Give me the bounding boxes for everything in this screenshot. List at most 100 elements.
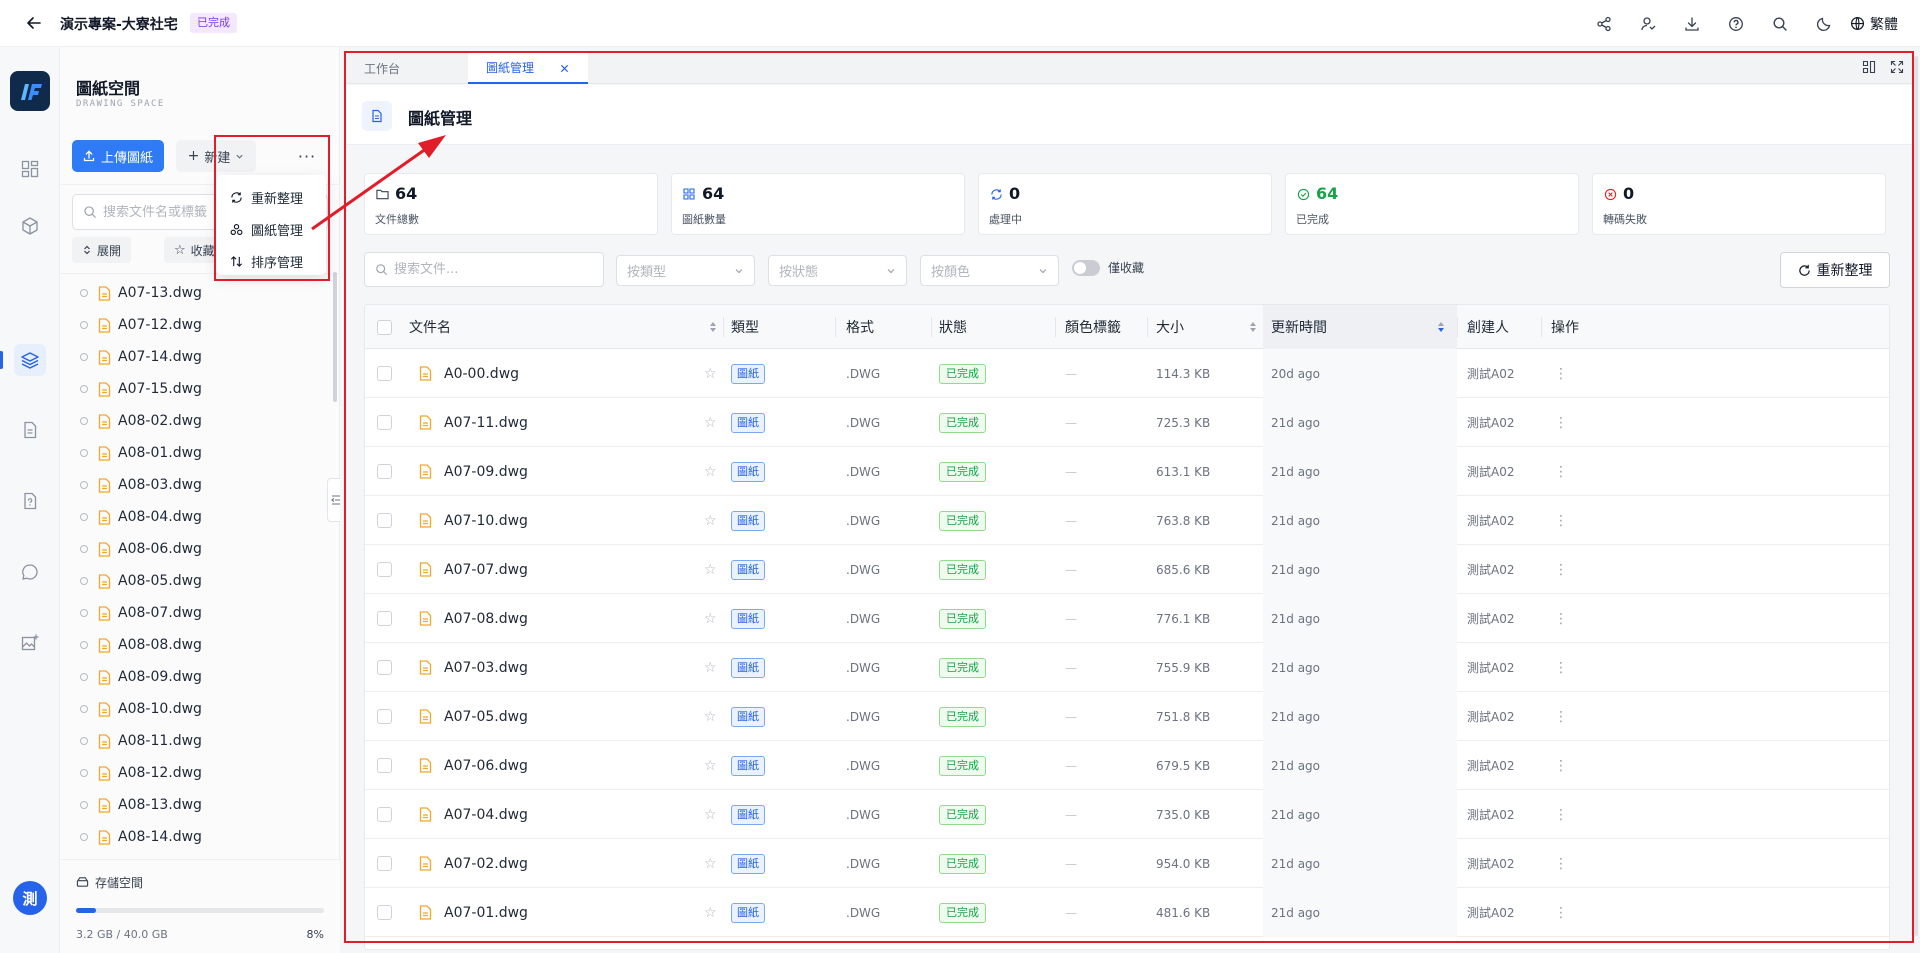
dashboard-icon[interactable] (14, 153, 46, 185)
col-header-color-tag[interactable]: 顏色標籤 (1065, 305, 1121, 349)
back-arrow-icon[interactable] (24, 13, 44, 33)
chat-icon[interactable] (14, 556, 46, 588)
table-row[interactable]: A07-06.dwg ☆ 圖紙 .DWG 已完成 — 679.5 KB 21d ago 測試A0… (365, 741, 1889, 790)
row-actions-icon[interactable]: ⋮ (1554, 643, 1568, 692)
row-filename[interactable]: A07-10.dwg (444, 496, 528, 545)
favorite-star-icon[interactable]: ☆ (704, 839, 717, 888)
favorite-star-icon[interactable]: ☆ (704, 496, 717, 545)
table-row[interactable]: A07-02.dwg ☆ 圖紙 .DWG 已完成 — 954.0 KB 21d ago 測試A0… (365, 839, 1889, 888)
sidebar-file-item[interactable]: A07-15.dwg (60, 373, 330, 405)
document-icon[interactable] (14, 414, 46, 446)
page-scrollbar[interactable] (1914, 56, 1918, 936)
tab-workbench[interactable]: 工作台 (346, 53, 468, 84)
row-checkbox[interactable] (377, 594, 392, 643)
search-icon[interactable] (1758, 0, 1802, 47)
row-checkbox[interactable] (377, 790, 392, 839)
sort-icon[interactable] (709, 321, 717, 333)
table-row[interactable]: A07-08.dwg ☆ 圖紙 .DWG 已完成 — 776.1 KB 21d ago 測試A0… (365, 594, 1889, 643)
user-transfer-icon[interactable] (1626, 0, 1670, 47)
row-checkbox[interactable] (377, 741, 392, 790)
row-checkbox[interactable] (377, 496, 392, 545)
sidebar-file-item[interactable]: A08-04.dwg (60, 501, 330, 533)
tab-drawing-management[interactable]: 圖紙管理 (468, 53, 588, 84)
file-search-input[interactable] (394, 262, 584, 277)
favorite-star-icon[interactable]: ☆ (704, 545, 717, 594)
toggle-switch[interactable] (1072, 259, 1100, 276)
row-filename[interactable]: A07-11.dwg (444, 398, 528, 447)
favorite-star-icon[interactable]: ☆ (704, 888, 717, 937)
row-filename[interactable]: A07-03.dwg (444, 643, 528, 692)
user-avatar[interactable]: 測 (13, 881, 47, 915)
row-actions-icon[interactable]: ⋮ (1554, 594, 1568, 643)
col-header-status[interactable]: 狀態 (939, 305, 967, 349)
status-filter-select[interactable]: 按狀態 (768, 255, 907, 286)
row-filename[interactable]: A0-00.dwg (444, 349, 519, 398)
sidebar-file-item[interactable]: A08-14.dwg (60, 821, 330, 853)
row-actions-icon[interactable]: ⋮ (1554, 496, 1568, 545)
sidebar-file-item[interactable]: A08-10.dwg (60, 693, 330, 725)
row-checkbox[interactable] (377, 839, 392, 888)
table-row[interactable]: A0-00.dwg ☆ 圖紙 .DWG 已完成 — 114.3 KB 20d ago 測試A02… (365, 349, 1889, 398)
row-actions-icon[interactable]: ⋮ (1554, 692, 1568, 741)
row-filename[interactable]: A07-08.dwg (444, 594, 528, 643)
sidebar-file-item[interactable]: A08-06.dwg (60, 533, 330, 565)
sort-desc-icon[interactable] (1437, 321, 1445, 333)
sidebar-file-item[interactable]: A07-14.dwg (60, 341, 330, 373)
model-cube-icon[interactable] (14, 210, 46, 242)
sidebar-file-item[interactable]: A07-12.dwg (60, 309, 330, 341)
table-row[interactable]: A07-09.dwg ☆ 圖紙 .DWG 已完成 — 613.1 KB 21d ago 測試A0… (365, 447, 1889, 496)
table-row[interactable]: A07-11.dwg ☆ 圖紙 .DWG 已完成 — 725.3 KB 21d ago 測試A0… (365, 398, 1889, 447)
file-search[interactable] (364, 252, 604, 287)
sidebar-file-item[interactable]: A08-08.dwg (60, 629, 330, 661)
favorite-star-icon[interactable]: ☆ (704, 594, 717, 643)
favorite-star-icon[interactable]: ☆ (704, 741, 717, 790)
sidebar-file-item[interactable]: A08-03.dwg (60, 469, 330, 501)
type-filter-select[interactable]: 按類型 (616, 255, 755, 286)
table-row[interactable]: A07-10.dwg ☆ 圖紙 .DWG 已完成 — 763.8 KB 21d ago 測試A0… (365, 496, 1889, 545)
sidebar-file-item[interactable]: A08-01.dwg (60, 437, 330, 469)
row-checkbox[interactable] (377, 692, 392, 741)
table-row[interactable]: A07-03.dwg ☆ 圖紙 .DWG 已完成 — 755.9 KB 21d ago 測試A0… (365, 643, 1889, 692)
select-all-checkbox[interactable] (377, 305, 397, 349)
favorite-star-icon[interactable]: ☆ (704, 790, 717, 839)
favorite-star-icon[interactable]: ☆ (704, 692, 717, 741)
image-add-icon[interactable] (14, 627, 46, 659)
table-row[interactable]: A07-05.dwg ☆ 圖紙 .DWG 已完成 — 751.8 KB 21d ago 測試A0… (365, 692, 1889, 741)
col-header-format[interactable]: 格式 (846, 305, 874, 349)
sidebar-file-item[interactable]: A08-13.dwg (60, 789, 330, 821)
table-row[interactable]: A07-01.dwg ☆ 圖紙 .DWG 已完成 — 481.6 KB 21d ago 測試A0… (365, 888, 1889, 937)
help-icon[interactable] (1714, 0, 1758, 47)
expand-chip[interactable]: 展開 (72, 237, 132, 263)
table-row[interactable]: A07-04.dwg ☆ 圖紙 .DWG 已完成 — 735.0 KB 21d ago 測試A0… (365, 790, 1889, 839)
row-actions-icon[interactable]: ⋮ (1554, 741, 1568, 790)
row-actions-icon[interactable]: ⋮ (1554, 447, 1568, 496)
col-header-creator[interactable]: 創建人 (1467, 305, 1509, 349)
sidebar-file-item[interactable]: A08-07.dwg (60, 597, 330, 629)
favorite-star-icon[interactable]: ☆ (704, 447, 717, 496)
sidebar-file-item[interactable]: A07-13.dwg (60, 277, 330, 309)
row-filename[interactable]: A07-04.dwg (444, 790, 528, 839)
favorite-star-icon[interactable]: ☆ (704, 643, 717, 692)
row-filename[interactable]: A07-02.dwg (444, 839, 528, 888)
row-actions-icon[interactable]: ⋮ (1554, 349, 1568, 398)
favorite-star-icon[interactable]: ☆ (704, 349, 717, 398)
col-header-updated[interactable]: 更新時間 (1263, 305, 1457, 349)
row-actions-icon[interactable]: ⋮ (1554, 790, 1568, 839)
row-checkbox[interactable] (377, 888, 392, 937)
download-icon[interactable] (1670, 0, 1714, 47)
dark-mode-icon[interactable] (1802, 0, 1846, 47)
row-checkbox[interactable] (377, 447, 392, 496)
sidebar-file-item[interactable]: A08-05.dwg (60, 565, 330, 597)
close-icon[interactable] (558, 62, 570, 74)
favorite-star-icon[interactable]: ☆ (704, 398, 717, 447)
sidebar-file-item[interactable]: A08-12.dwg (60, 757, 330, 789)
row-filename[interactable]: A07-06.dwg (444, 741, 528, 790)
share-icon[interactable] (1582, 0, 1626, 47)
row-actions-icon[interactable]: ⋮ (1554, 888, 1568, 937)
fullscreen-icon[interactable] (1890, 60, 1904, 78)
reorganize-button[interactable]: 重新整理 (1780, 252, 1890, 288)
row-checkbox[interactable] (377, 398, 392, 447)
col-header-filename[interactable]: 文件名 (409, 305, 451, 349)
row-checkbox[interactable] (377, 545, 392, 594)
sidebar-scrollbar[interactable] (333, 272, 337, 402)
